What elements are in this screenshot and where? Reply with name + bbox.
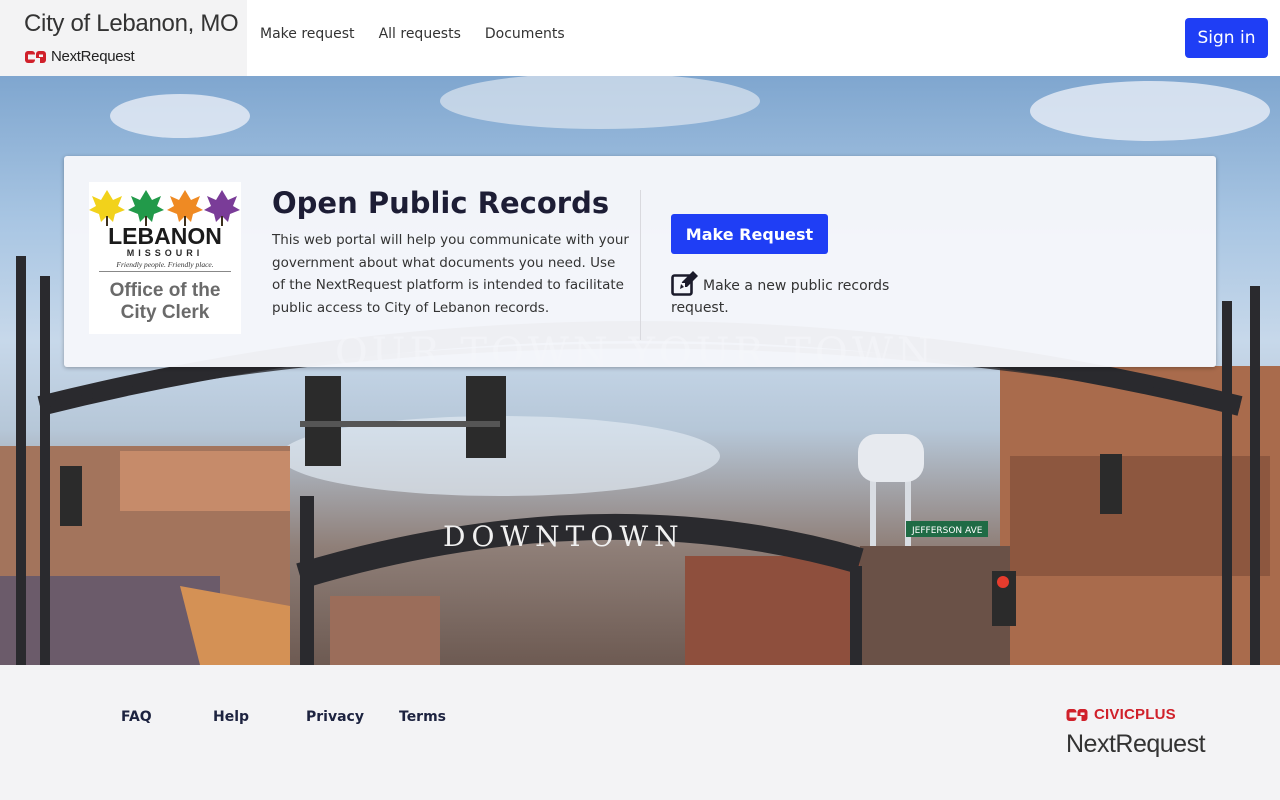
portal-description: This web portal will help you communicat…: [272, 232, 629, 316]
brand-box[interactable]: City of Lebanon, MO NextRequest: [0, 0, 247, 76]
site-header: City of Lebanon, MO NextRequest Make req…: [0, 0, 1280, 76]
civicplus-mark-icon: [1066, 708, 1088, 721]
card-divider: [640, 190, 641, 340]
city-clerk-logo: LEBANON MISSOURI Friendly people. Friend…: [89, 182, 241, 334]
make-request-button[interactable]: Make Request: [671, 214, 828, 254]
footer-privacy-link[interactable]: Privacy: [306, 709, 364, 725]
nav-documents[interactable]: Documents: [485, 26, 565, 42]
downtown-sign-text: DOWNTOWN: [443, 520, 685, 553]
lebanon-logo-image: LEBANON MISSOURI Friendly people. Friend…: [89, 190, 240, 323]
nextrequest-logo-text: NextRequest: [51, 48, 135, 65]
sign-in-button[interactable]: Sign in: [1185, 18, 1268, 58]
nextrequest-logo: NextRequest: [25, 48, 135, 65]
footer-nextrequest-text: NextRequest: [1066, 730, 1206, 758]
orange-leaf-icon: [167, 190, 203, 226]
civicplus-logo[interactable]: CIVICPLUS: [1066, 706, 1176, 723]
main-nav: Make request All requests Documents: [260, 26, 565, 42]
footer-terms-link[interactable]: Terms: [399, 709, 446, 725]
purple-leaf-icon: [204, 190, 240, 226]
logo-name: LEBANON: [108, 223, 222, 249]
civicplus-text: CIVICPLUS: [1094, 706, 1176, 723]
street-sign-text: JEFFERSON AVE: [911, 526, 983, 536]
yellow-leaf-icon: [89, 190, 125, 226]
city-name[interactable]: City of Lebanon, MO: [24, 10, 239, 38]
nav-all-requests[interactable]: All requests: [379, 26, 461, 42]
logo-office-line2: City Clerk: [121, 302, 210, 323]
logo-tagline: Friendly people. Friendly place.: [115, 260, 213, 269]
page-title: Open Public Records: [272, 186, 610, 220]
make-request-description: Make a new public records request.: [671, 278, 890, 316]
logo-office-line1: Office of the: [110, 280, 221, 301]
nav-make-request[interactable]: Make request: [260, 26, 355, 42]
footer-help-link[interactable]: Help: [213, 709, 249, 725]
nextrequest-mark-icon: [25, 50, 46, 63]
green-leaf-icon: [128, 190, 164, 226]
footer-faq-link[interactable]: FAQ: [121, 709, 152, 725]
site-footer: FAQ Help Privacy Terms CIVICPLUS NextReq…: [0, 665, 1280, 800]
logo-state: MISSOURI: [127, 248, 204, 258]
